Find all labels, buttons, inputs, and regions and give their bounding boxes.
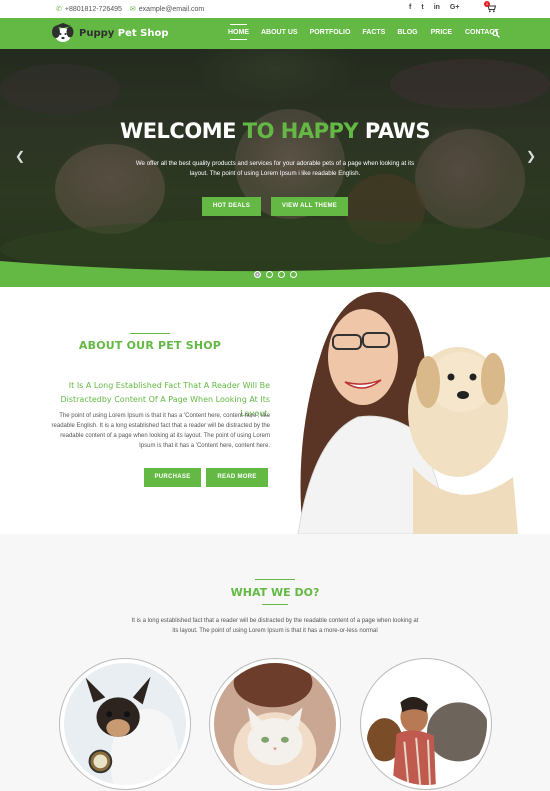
view-all-theme-button[interactable]: VIEW ALL THEME (271, 197, 348, 216)
phone-icon: ✆ (56, 6, 62, 13)
nav-item-home[interactable]: HOME (228, 24, 249, 40)
nav-item-price[interactable]: PRICE (431, 29, 452, 36)
envelope-icon: ✉ (129, 6, 136, 13)
woman-with-puppy-image (283, 287, 550, 534)
slider-prev-arrow-icon[interactable]: ❮ (15, 149, 25, 163)
social-links: f t in G+ (409, 4, 459, 11)
logo[interactable]: Puppy Pet Shop (49, 22, 169, 44)
heading-divider-bottom (262, 604, 288, 605)
about-buttons: PURCHASE READ MORE (144, 468, 268, 487)
about-text: The point of using Lorem Ipsum is that i… (51, 413, 270, 449)
cart-count-badge: 1 (484, 1, 490, 7)
slider-dot-2[interactable] (265, 271, 273, 278)
cat-image (214, 658, 336, 791)
main-navbar: Puppy Pet Shop HOME ABOUT US PORTFOLIO F… (0, 18, 550, 49)
slider-dot-4[interactable] (289, 271, 297, 278)
hero-title: WELCOME TO HAPPY PAWS (0, 119, 550, 143)
purchase-button[interactable]: PURCHASE (144, 468, 201, 487)
hot-deals-button[interactable]: HOT DEALS (202, 197, 261, 216)
heading-divider-top (255, 579, 295, 580)
brand-name-part2: Pet Shop (117, 27, 169, 39)
hero-title-highlight: TO HAPPY (242, 119, 359, 143)
linkedin-icon[interactable]: in (434, 4, 440, 11)
brand-name-part1: Puppy (79, 27, 115, 39)
facebook-icon[interactable]: f (409, 4, 411, 11)
read-more-button[interactable]: READ MORE (206, 468, 268, 487)
contact-info: ✆ +8801812-726495 ✉ example@email.com (56, 5, 205, 14)
top-bar: ✆ +8801812-726495 ✉ example@email.com f … (0, 0, 550, 18)
service-card-elephant[interactable] (360, 658, 492, 790)
nav-item-facts[interactable]: FACTS (362, 29, 385, 36)
nav-item-portfolio[interactable]: PORTFOLIO (310, 29, 351, 36)
about-section: ABOUT OUR PET SHOP It Is A Long Establis… (0, 287, 550, 534)
twitter-icon[interactable]: t (421, 4, 423, 11)
phone-text: +8801812-726495 (64, 5, 122, 13)
what-we-do-text: It is a long established fact that a rea… (131, 618, 419, 634)
phone[interactable]: ✆ +8801812-726495 (56, 5, 122, 14)
service-card-dog[interactable] (59, 658, 191, 790)
heading-divider (130, 333, 170, 334)
slider-pagination (0, 271, 550, 278)
puppy-logo-icon (52, 23, 74, 42)
hero-wave-divider (0, 257, 550, 287)
email-text: example@email.com (138, 5, 205, 13)
cart-button[interactable]: 1 (484, 1, 497, 13)
man-with-elephant-image (365, 663, 490, 786)
hero-buttons: HOT DEALS VIEW ALL THEME (0, 197, 550, 216)
hero-text: We offer all the best quality products a… (135, 160, 415, 177)
what-we-do-section: WHAT WE DO? It is a long established fac… (0, 534, 550, 791)
nav-item-blog[interactable]: BLOG (397, 29, 417, 36)
hero-title-part1: WELCOME (120, 119, 236, 143)
email[interactable]: ✉ example@email.com (129, 5, 205, 14)
google-plus-icon[interactable]: G+ (450, 4, 460, 11)
slider-next-arrow-icon[interactable]: ❯ (526, 149, 536, 163)
brand-name: Puppy Pet Shop (79, 28, 169, 39)
service-card-cat[interactable] (209, 658, 341, 791)
slider-dot-1[interactable] (253, 271, 261, 278)
hero-title-part2: PAWS (364, 119, 431, 143)
chihuahua-image (64, 663, 186, 785)
nav-item-about-us[interactable]: ABOUT US (261, 29, 298, 36)
about-heading: ABOUT OUR PET SHOP (78, 339, 222, 352)
search-icon[interactable] (492, 30, 500, 38)
slider-dot-3[interactable] (277, 271, 285, 278)
nav-menu: HOME ABOUT US PORTFOLIO FACTS BLOG PRICE… (228, 24, 499, 40)
what-we-do-heading: WHAT WE DO? (230, 586, 320, 599)
hero-slider: ❮ ❯ WELCOME TO HAPPY PAWS We offer all t… (0, 49, 550, 287)
